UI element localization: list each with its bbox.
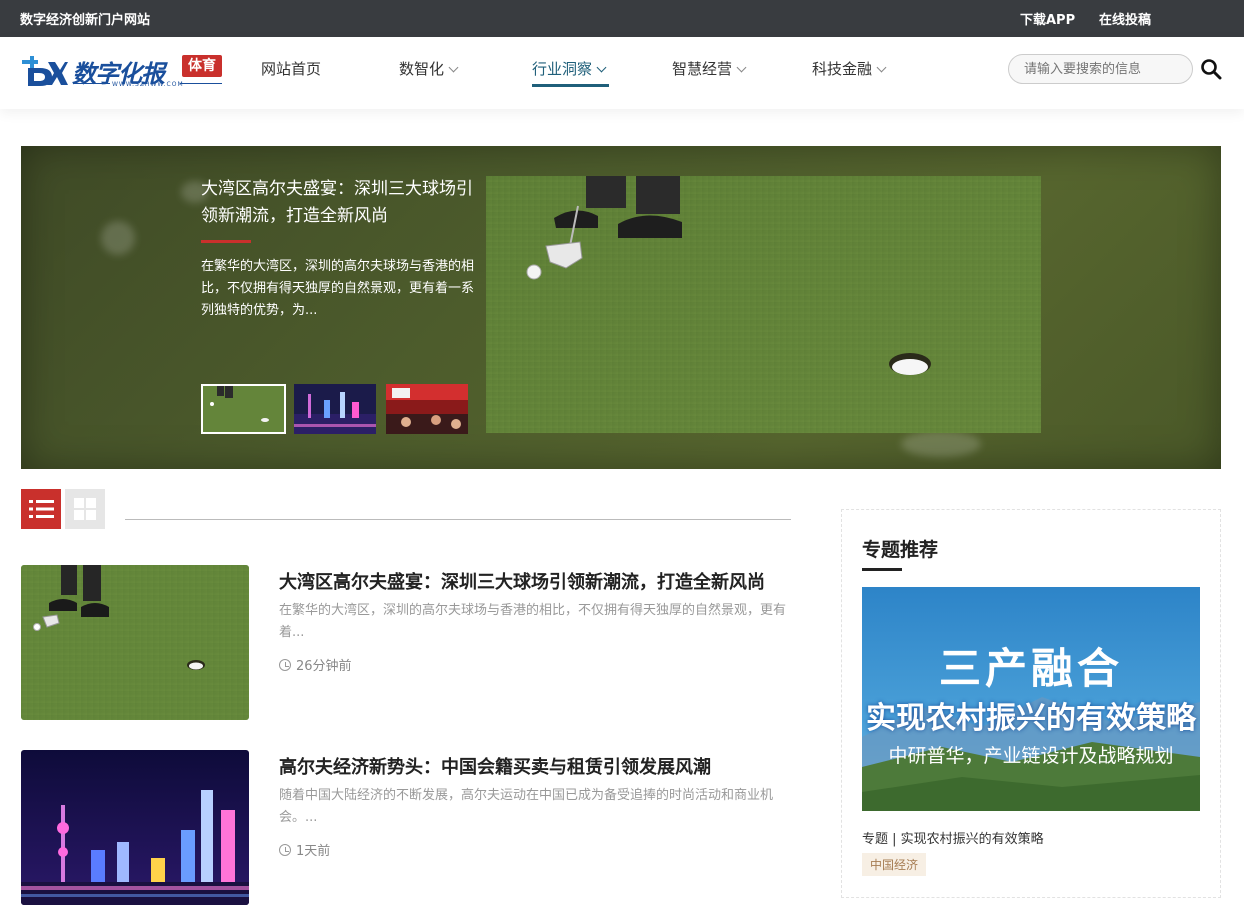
banner-tagline: 中研普华，产业链设计及战略规划	[888, 745, 1174, 767]
hero-thumbnail-event[interactable]	[386, 384, 468, 434]
chevron-down-icon	[876, 62, 887, 73]
top-bar: 数字经济创新门户网站 下载APP 在线投稿	[0, 0, 1244, 37]
site-logo[interactable]: 数字化报 体育 WWW.SZHWW.COM	[20, 52, 222, 90]
nav-item-fintech[interactable]: 科技金融	[812, 58, 887, 79]
main-header: 数字化报 体育 WWW.SZHWW.COM 网站首页 数智化 行业洞察 智慧经营…	[0, 37, 1244, 109]
hero-thumbnail-golf[interactable]	[201, 384, 286, 434]
logo-divider	[74, 83, 110, 84]
sidebar-featured-topics: 专题推荐 三产融合 实现农村振兴的有效策略 中研普华，产业链设计及战略规划 专题…	[841, 509, 1221, 898]
grid-view-button[interactable]	[65, 489, 105, 529]
nav-active-indicator	[532, 84, 609, 87]
article-title[interactable]: 大湾区高尔夫盛宴：深圳三大球场引领新潮流，打造全新风尚	[279, 568, 765, 594]
clock-icon	[279, 844, 291, 856]
search-input[interactable]	[1008, 54, 1193, 84]
logo-url: WWW.SZHWW.COM	[112, 81, 184, 88]
sidebar-title: 专题推荐	[862, 539, 939, 561]
submit-article-link[interactable]: 在线投稿	[1099, 9, 1151, 28]
clock-icon	[279, 659, 291, 671]
nav-label: 数智化	[399, 60, 445, 78]
site-slogan: 数字经济创新门户网站	[20, 13, 151, 28]
nav-item-smart-business[interactable]: 智慧经营	[672, 58, 747, 79]
list-item: 高尔夫经济新势头：中国会籍买卖与租赁引领发展风潮 随着中国大陆经济的不断发展，高…	[21, 750, 791, 905]
list-item: 大湾区高尔夫盛宴：深圳三大球场引领新潮流，打造全新风尚 在繁华的大湾区，深圳的高…	[21, 565, 791, 720]
article-time: 1天前	[279, 840, 330, 859]
article-description: 在繁华的大湾区，深圳的高尔夫球场与香港的相比，不仅拥有得天独厚的自然景观，更有着…	[279, 603, 787, 640]
chevron-down-icon	[596, 62, 607, 73]
download-app-link[interactable]: 下载APP	[1020, 9, 1075, 28]
nav-item-home[interactable]: 网站首页	[261, 58, 321, 79]
logo-divider	[180, 83, 222, 84]
sidebar-title-bar	[862, 568, 902, 571]
topic-banner[interactable]: 三产融合 实现农村振兴的有效策略 中研普华，产业链设计及战略规划	[862, 587, 1200, 811]
nav-label: 行业洞察	[532, 60, 593, 78]
nav-label: 智慧经营	[672, 60, 733, 78]
hero-thumbnail-city[interactable]	[294, 384, 376, 434]
grid-icon	[74, 498, 96, 520]
topic-caption[interactable]: 专题 | 实现农村振兴的有效策略	[862, 828, 1044, 847]
blurred-ball-decoration	[901, 431, 981, 457]
banner-subheadline: 实现农村振兴的有效策略	[866, 701, 1196, 736]
topic-tag[interactable]: 中国经济	[862, 853, 927, 876]
article-time-text: 26分钟前	[296, 659, 352, 674]
hero-slider: 大湾区高尔夫盛宴：深圳三大球场引领新潮流，打造全新风尚 在繁华的大湾区，深圳的高…	[21, 146, 1221, 469]
list-icon	[29, 500, 54, 518]
nav-label: 科技金融	[812, 60, 873, 78]
chevron-down-icon	[448, 62, 459, 73]
nav-label: 网站首页	[261, 60, 322, 78]
nav-item-industry-insight[interactable]: 行业洞察	[532, 58, 607, 79]
article-thumbnail[interactable]	[21, 565, 249, 720]
hero-main-image[interactable]	[486, 176, 1041, 433]
list-view-button[interactable]	[21, 489, 61, 529]
logo-dx-icon	[22, 56, 68, 86]
article-title[interactable]: 高尔夫经济新势头：中国会籍买卖与租赁引领发展风潮	[279, 753, 711, 779]
nav-item-digital[interactable]: 数智化	[399, 58, 459, 79]
logo-badge: 体育	[182, 55, 222, 77]
hero-description: 在繁华的大湾区，深圳的高尔夫球场与香港的相比，不仅拥有得天独厚的自然景观，更有着…	[201, 259, 475, 318]
search-icon[interactable]	[1200, 58, 1222, 80]
divider	[125, 519, 791, 520]
hero-title[interactable]: 大湾区高尔夫盛宴：深圳三大球场引领新潮流，打造全新风尚	[201, 176, 476, 230]
banner-headline: 三产融合	[938, 644, 1123, 693]
chevron-down-icon	[736, 62, 747, 73]
article-time-text: 1天前	[296, 844, 331, 859]
blurred-ball-decoration	[101, 221, 135, 255]
article-description: 随着中国大陆经济的不断发展，高尔夫运动在中国已成为备受追捧的时尚活动和商业机会。…	[279, 788, 774, 825]
article-thumbnail[interactable]	[21, 750, 249, 905]
hero-accent-bar	[201, 240, 251, 243]
article-time: 26分钟前	[279, 655, 352, 674]
